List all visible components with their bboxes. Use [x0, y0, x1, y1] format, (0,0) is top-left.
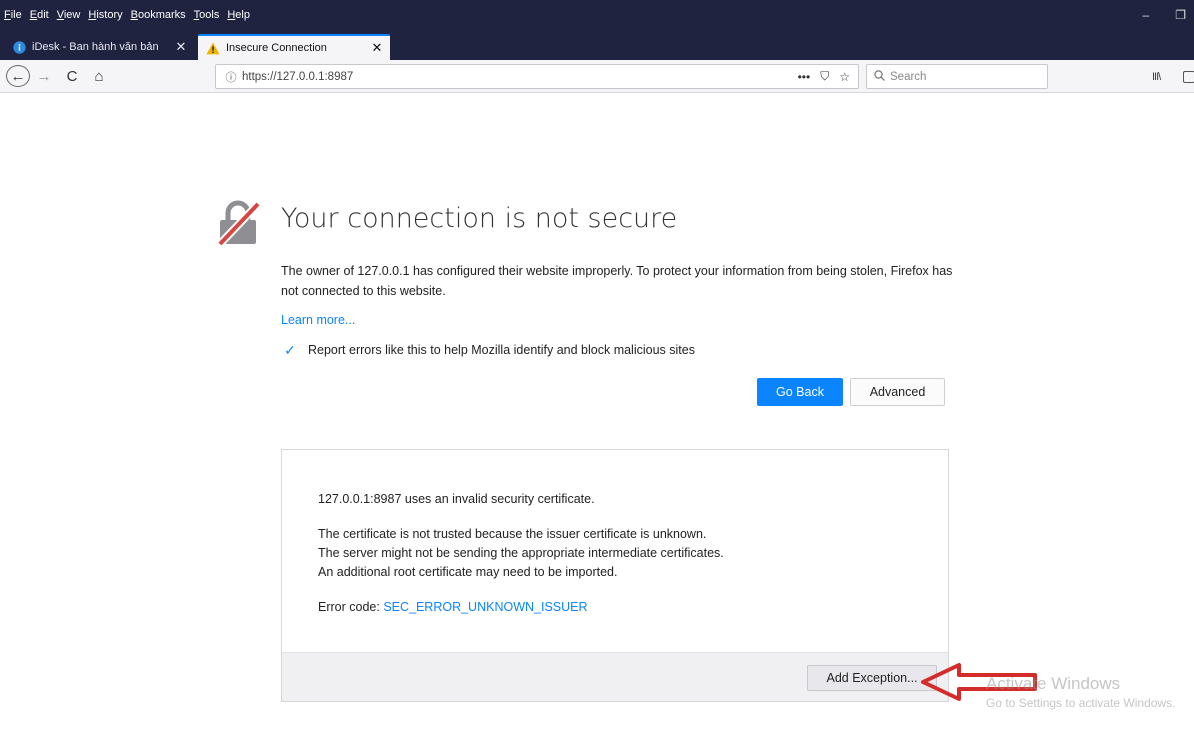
page-title: Your connection is not secure: [281, 203, 678, 234]
window-controls: – ❐: [1143, 8, 1186, 22]
close-tab-icon[interactable]: ✕: [172, 39, 190, 55]
bookmark-star-icon[interactable]: ☆: [839, 70, 850, 84]
search-bar[interactable]: [866, 64, 1048, 89]
navigation-toolbar: ← → C ⌂ ⓘ https://127.0.0.1:8987 ••• ⛉ ☆…: [0, 60, 1194, 93]
activate-windows-hint: Go to Settings to activate Windows.: [986, 696, 1176, 710]
menu-history[interactable]: History: [88, 9, 122, 21]
tab-idesk[interactable]: iDesk - Ban hành văn bản ✕: [4, 34, 194, 60]
pocket-icon[interactable]: ⛉: [820, 69, 829, 84]
info-circle-icon: [12, 40, 26, 54]
page-actions-menu-icon[interactable]: •••: [798, 70, 811, 84]
error-code-row: Error code: SEC_ERROR_UNKNOWN_ISSUER: [318, 598, 724, 617]
error-code-link[interactable]: SEC_ERROR_UNKNOWN_ISSUER: [383, 600, 587, 614]
url-text[interactable]: https://127.0.0.1:8987: [242, 71, 798, 83]
menu-bar: File Edit View History Bookmarks Tools H…: [4, 9, 250, 21]
search-icon: [874, 69, 885, 84]
advanced-panel: 127.0.0.1:8987 uses an invalid security …: [281, 449, 949, 702]
broken-lock-icon: [216, 200, 261, 247]
certificate-invalid-text: 127.0.0.1:8987 uses an invalid security …: [318, 492, 595, 506]
advanced-panel-footer: Add Exception...: [282, 652, 948, 701]
menu-tools[interactable]: Tools: [194, 9, 220, 21]
menu-edit[interactable]: Edit: [30, 9, 49, 21]
home-button[interactable]: ⌂: [88, 65, 110, 87]
add-exception-button[interactable]: Add Exception...: [807, 665, 937, 691]
back-button[interactable]: ←: [6, 65, 30, 87]
report-errors-checkbox[interactable]: ✓: [281, 341, 299, 359]
error-description: The owner of 127.0.0.1 has configured th…: [281, 264, 953, 298]
title-bar: File Edit View History Bookmarks Tools H…: [0, 0, 1194, 30]
report-errors-label: Report errors like this to help Mozilla …: [308, 343, 695, 357]
url-bar[interactable]: ⓘ https://127.0.0.1:8987 ••• ⛉ ☆: [215, 64, 859, 89]
tab-insecure-connection[interactable]: Insecure Connection ✕: [198, 34, 390, 60]
learn-more-link[interactable]: Learn more...: [281, 313, 355, 327]
library-icon[interactable]: III\: [1152, 71, 1161, 83]
reload-button[interactable]: C: [62, 65, 82, 87]
menu-help[interactable]: Help: [227, 9, 250, 21]
certificate-reason-3: An additional root certificate may need …: [318, 565, 618, 579]
minimize-button[interactable]: –: [1143, 8, 1150, 22]
go-back-button[interactable]: Go Back: [757, 378, 843, 406]
restore-button[interactable]: ❐: [1175, 8, 1186, 22]
activate-windows-watermark: Activate Windows: [986, 674, 1121, 693]
certificate-reason-2: The server might not be sending the appr…: [318, 546, 724, 560]
sidebar-icon[interactable]: [1183, 71, 1194, 83]
tab-title: iDesk - Ban hành văn bản: [32, 41, 159, 53]
advanced-button[interactable]: Advanced: [850, 378, 945, 406]
menu-view[interactable]: View: [57, 9, 81, 21]
site-info-icon[interactable]: ⓘ: [220, 69, 242, 85]
certificate-reason-1: The certificate is not trusted because t…: [318, 527, 707, 541]
menu-bookmarks[interactable]: Bookmarks: [131, 9, 186, 21]
close-tab-icon[interactable]: ✕: [368, 40, 386, 56]
forward-button[interactable]: →: [34, 65, 54, 87]
search-input[interactable]: [890, 70, 1030, 83]
error-code-label: Error code:: [318, 600, 384, 614]
page-actions: ••• ⛉ ☆: [798, 69, 850, 84]
advanced-panel-body: 127.0.0.1:8987 uses an invalid security …: [318, 490, 724, 617]
report-errors-row: ✓ Report errors like this to help Mozill…: [281, 341, 695, 359]
menu-file[interactable]: File: [4, 9, 22, 21]
tab-title: Insecure Connection: [226, 42, 327, 54]
warning-icon: [206, 41, 220, 55]
tab-strip: iDesk - Ban hành văn bản ✕ Insecure Conn…: [0, 30, 1194, 83]
